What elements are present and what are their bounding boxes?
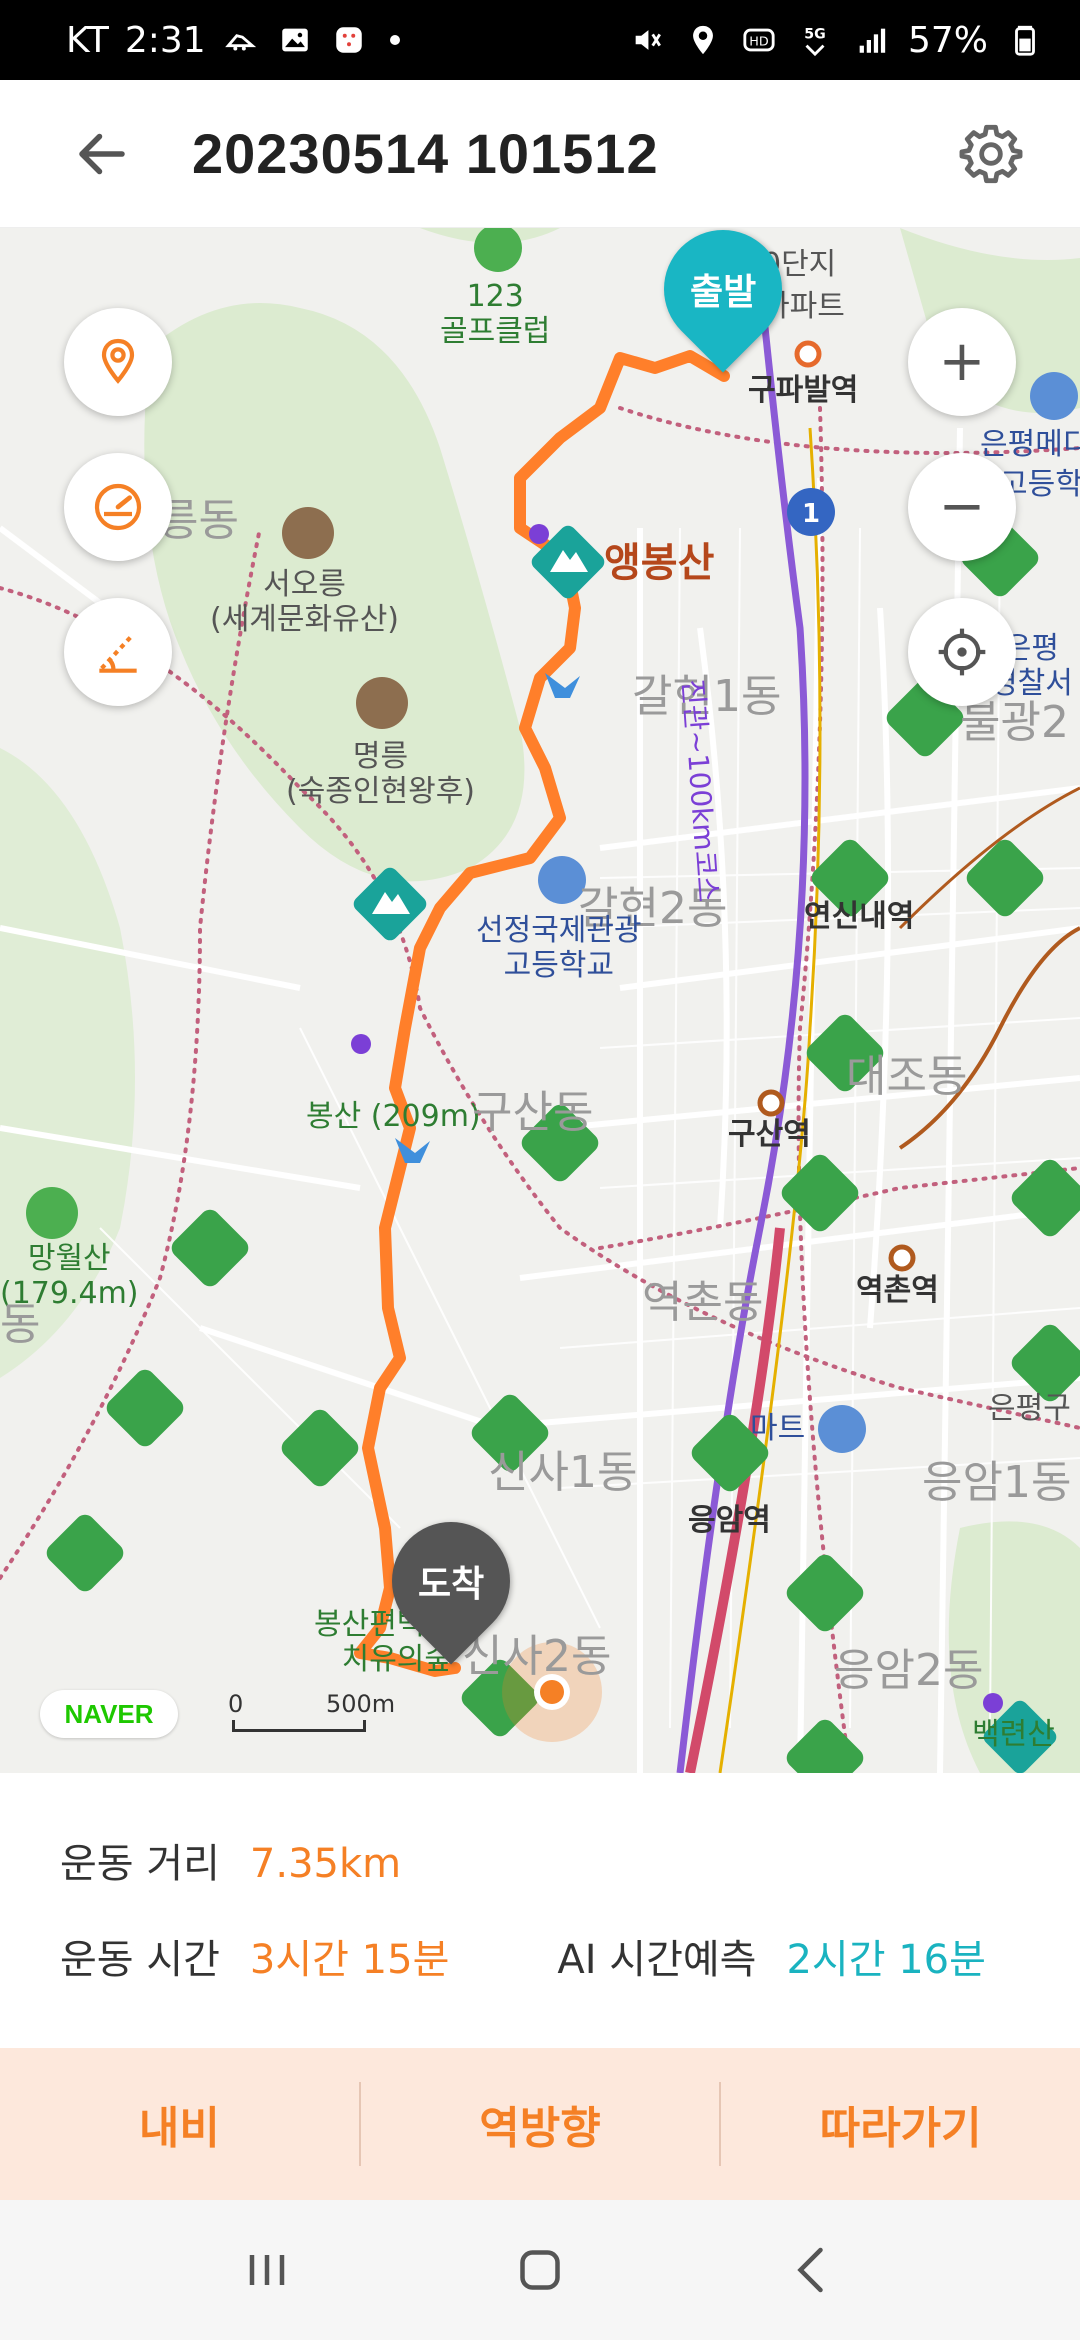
speed-button[interactable] [64, 453, 172, 561]
waypoint-button[interactable] [64, 308, 172, 416]
ai-time-value: 2시간 16분 [786, 1937, 986, 1983]
map-view[interactable]: 1 123 골프클럽 0단지 아파트 구파발역 은평메디 고등학 릉동 서오릉 … [0, 228, 1080, 1773]
start-label: 출발 [689, 272, 757, 313]
daejo-dong-label: 대조동 [846, 1051, 968, 1102]
elevation-button[interactable] [64, 598, 172, 706]
back-button[interactable] [52, 104, 152, 204]
time-row: 운동 시간 3시간 15분 AI 시간예측 2시간 16분 [60, 1927, 986, 1985]
eunpyeong-gu-label: 은평구 [988, 1391, 1071, 1426]
dong-left-label: 동 [0, 1299, 41, 1350]
myeongneung-label: 명릉 (숙종인현왕후) [286, 739, 476, 809]
system-back-button[interactable] [763, 2220, 863, 2320]
bongsan-label: 봉산 (209m) [306, 1099, 481, 1134]
carrier-label: KT [66, 19, 109, 61]
status-bar: KT 2:31 HD 5G 57% [0, 0, 1080, 80]
settings-button[interactable] [946, 109, 1036, 199]
walking-shoe-icon [222, 21, 260, 59]
hd-voice-icon: HD [740, 21, 778, 59]
naver-logo[interactable]: NAVER [40, 1690, 178, 1738]
aengbongsan-label: 앵봉산 [604, 540, 715, 586]
baekryeonsan-label: 백련산 [972, 1717, 1055, 1752]
chevron-left-icon [797, 2247, 824, 2293]
distance-value: 7.35km [249, 1841, 402, 1887]
mute-icon [628, 21, 666, 59]
svg-text:1: 1 [802, 499, 820, 529]
scale-zero: 0 [228, 1690, 244, 1718]
route-info-panel: 운동 거리 7.35km 운동 시간 3시간 15분 AI 시간예측 2시간 1… [0, 1773, 1080, 2048]
gusan-station-label: 구산역 [728, 1117, 811, 1152]
gear-icon [959, 124, 1023, 183]
follow-button[interactable]: 따라가기 [721, 2048, 1080, 2200]
yeonsinnae-station-label: 연신내역 [804, 899, 915, 934]
locate-me-button[interactable] [908, 598, 1016, 706]
time-label: 운동 시간 [60, 1937, 220, 1983]
arrow-left-icon [79, 133, 125, 174]
mart-label: 마트 [750, 1411, 806, 1446]
home-button[interactable] [490, 2220, 590, 2320]
notification-dot [389, 35, 400, 45]
eungam-station-label: 응암역 [688, 1503, 771, 1538]
distance-label: 운동 거리 [60, 1841, 220, 1887]
seooreung-label: 서오릉 (세계문화유산) [210, 567, 400, 637]
zoom-in-button[interactable]: + [908, 308, 1016, 416]
zoom-out-button[interactable]: − [908, 453, 1016, 561]
recent-apps-button[interactable] [217, 2220, 317, 2320]
action-bar: 내비 역방향 따라가기 [0, 2048, 1080, 2200]
location-icon [684, 21, 722, 59]
sinsa1-label: 신사1동 [488, 1447, 638, 1498]
gupabal-station-label: 구파발역 [748, 373, 859, 408]
distance-row: 운동 거리 7.35km [60, 1831, 401, 1889]
gusan-dong-label: 구산동 [472, 1087, 594, 1138]
recent-apps-icon [249, 2255, 284, 2285]
location-pin-icon [101, 338, 135, 384]
battery-percent: 57% [907, 19, 988, 61]
clock: 2:31 [124, 19, 206, 61]
crosshair-icon [938, 628, 986, 676]
scale-bar [232, 1720, 366, 1732]
plus-icon: + [938, 329, 986, 394]
end-label: 도착 [417, 1564, 485, 1605]
gallery-icon [276, 21, 314, 59]
app-notification-icon [330, 21, 368, 59]
bulgwang-label: 불광2 [960, 697, 1069, 748]
school-label: 은평메디 [980, 427, 1080, 462]
golf-club-label: 123 골프클럽 [440, 279, 551, 349]
time-value: 3시간 15분 [249, 1937, 450, 1983]
system-nav-bar [0, 2200, 1080, 2340]
network-5g-icon: 5G [796, 21, 834, 59]
page-title: 20230514 101512 [192, 122, 659, 185]
speedometer-icon [94, 483, 142, 531]
home-icon [520, 2250, 560, 2290]
yeokchon-station-label: 역촌역 [856, 1273, 939, 1308]
map-base: 1 [0, 228, 1080, 1773]
navigate-button[interactable]: 내비 [0, 2048, 359, 2200]
app-bar: 20230514 101512 [0, 80, 1080, 228]
school-label-3: 선정국제관광 고등학교 [476, 913, 642, 983]
map-scale: 0 500m [228, 1690, 398, 1736]
battery-icon [1006, 21, 1044, 59]
yeokchon-dong-label: 역촌동 [642, 1277, 764, 1328]
slope-icon [99, 634, 137, 673]
svg-text:HD: HD [749, 35, 769, 50]
svg-text:5G: 5G [804, 27, 825, 43]
sinsa2-label: 신사2동 [462, 1631, 612, 1682]
eungam2-label: 응암2동 [834, 1645, 984, 1696]
scale-distance: 500m [326, 1690, 396, 1718]
minus-icon: − [938, 474, 986, 539]
reverse-button[interactable]: 역방향 [361, 2048, 720, 2200]
eungam1-label: 응암1동 [922, 1457, 1072, 1508]
signal-icon [852, 21, 890, 59]
ai-time-label: AI 시간예측 [557, 1937, 757, 1983]
